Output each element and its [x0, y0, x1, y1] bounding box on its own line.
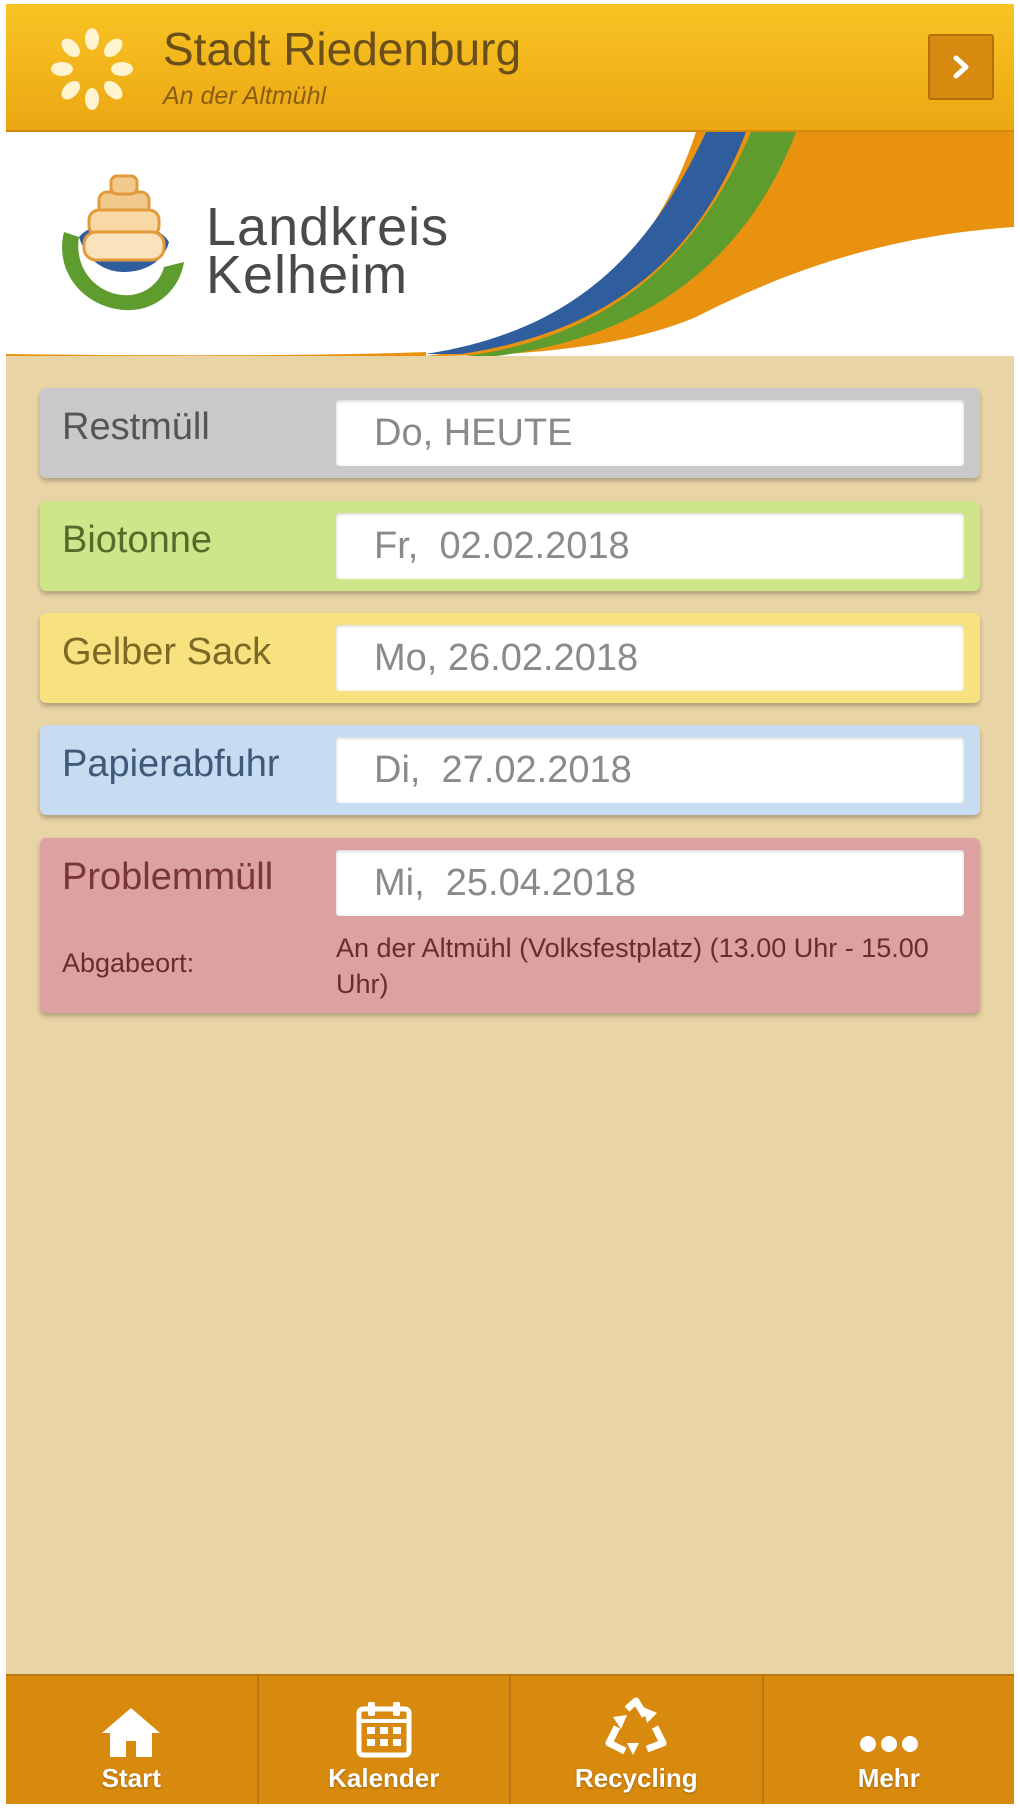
nav-label-start: Start: [101, 1763, 161, 1793]
dropoff-location-label: Abgabeort:: [62, 948, 195, 978]
logo-text-line-2: Kelheim: [206, 245, 409, 305]
pickup-date-field: Fr, 02.02.2018: [336, 513, 964, 579]
waste-type-label: Problemmüll: [62, 856, 274, 898]
nav-item-start[interactable]: Start: [6, 1676, 259, 1804]
chevron-right-icon: [953, 55, 969, 79]
waste-schedule-card[interactable]: Biotonne Fr, 02.02.2018: [40, 501, 980, 591]
nav-item-calendar[interactable]: Kalender: [259, 1676, 511, 1804]
calendar-icon: [356, 1702, 412, 1758]
home-icon: [102, 1708, 161, 1757]
waste-schedule-card[interactable]: Restmüll Do, HEUTE: [40, 388, 980, 478]
next-location-button[interactable]: [928, 34, 994, 100]
waste-type-label: Restmüll: [62, 406, 210, 448]
waste-type-label: Gelber Sack: [62, 631, 272, 673]
pickup-date-field: Di, 27.02.2018: [336, 737, 964, 803]
bottom-nav: Start Kalender Recycling Mehr: [6, 1674, 1014, 1804]
app-screen: Stadt Riedenburg An der Altmühl Landkrei…: [6, 4, 1014, 1804]
sun-logo-icon: [51, 28, 133, 110]
district-logo-icon: [62, 174, 184, 311]
dropoff-location-value: An der Altmühl (Volksfestplatz) (13.00 U…: [336, 933, 929, 999]
nav-label-recycling: Recycling: [574, 1763, 698, 1793]
waste-schedule-card[interactable]: Problemmüll Mi, 25.04.2018 Abgabeort: An de…: [40, 838, 980, 1013]
header-bar: Stadt Riedenburg An der Altmühl: [6, 4, 1014, 132]
waste-schedule-card[interactable]: Papierabfuhr Di, 27.02.2018: [40, 725, 980, 815]
pickup-date-field: Mi, 25.04.2018: [336, 850, 964, 916]
waste-type-label: Papierabfuhr: [62, 743, 280, 785]
nav-label-calendar: Kalender: [328, 1763, 440, 1793]
nav-item-recycling[interactable]: Recycling: [511, 1676, 764, 1804]
recycle-icon: [605, 1697, 667, 1755]
pickup-date-value: Do, HEUTE: [374, 412, 573, 454]
pickup-date-value: Fr, 02.02.2018: [374, 525, 630, 567]
page-title: Stadt Riedenburg: [163, 23, 522, 75]
waste-schedule-card[interactable]: Gelber Sack Mo, 26.02.2018: [40, 613, 980, 703]
nav-item-more[interactable]: Mehr: [764, 1676, 1015, 1804]
pickup-date-value: Di, 27.02.2018: [374, 749, 632, 791]
waste-type-label: Biotonne: [62, 519, 213, 561]
page-subtitle: An der Altmühl: [163, 82, 327, 110]
district-banner: Landkreis Kelheim: [6, 132, 1014, 356]
more-dots-icon: [859, 1736, 918, 1752]
nav-label-more: Mehr: [857, 1763, 920, 1793]
pickup-date-field: Do, HEUTE: [336, 400, 964, 466]
pickup-date-value: Mi, 25.04.2018: [374, 862, 636, 904]
pickup-date-field: Mo, 26.02.2018: [336, 625, 964, 691]
pickup-date-value: Mo, 26.02.2018: [374, 637, 639, 679]
